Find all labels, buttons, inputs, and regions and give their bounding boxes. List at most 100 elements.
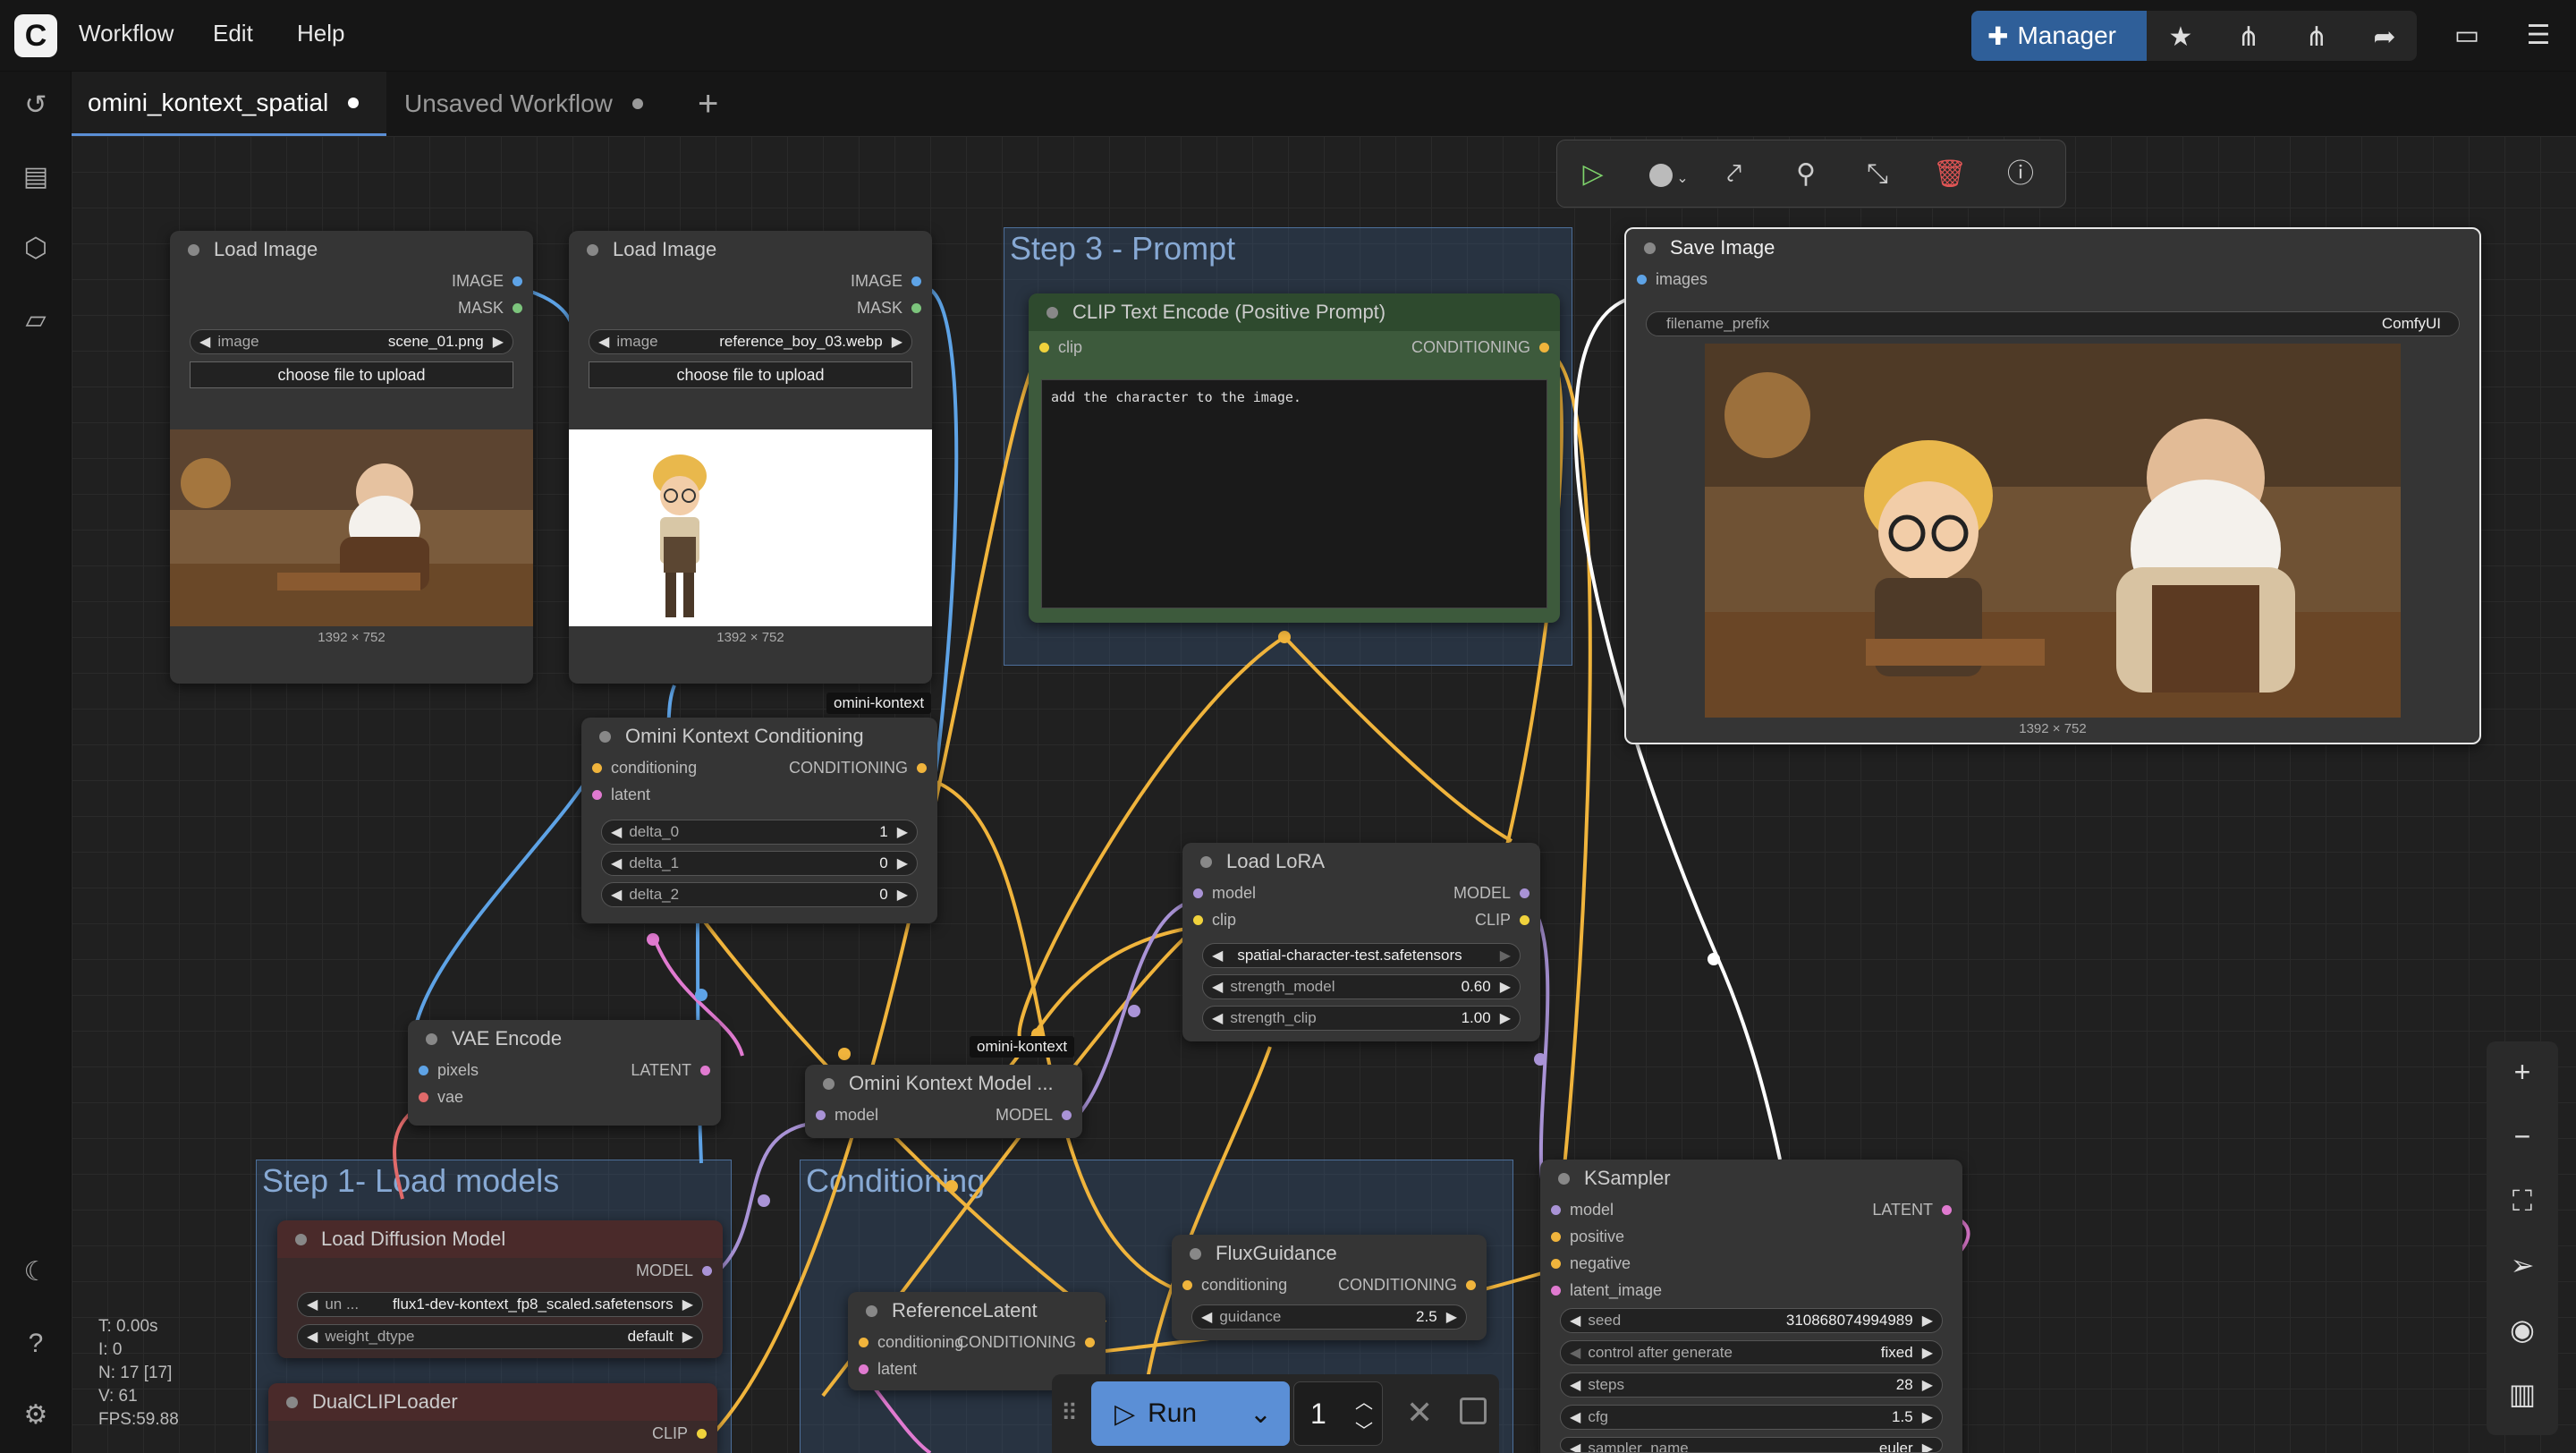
input-conditioning-socket[interactable] [592,763,602,773]
node-header[interactable]: DualCLIPLoader [268,1383,717,1421]
zoom-in-icon[interactable]: + [2504,1054,2540,1090]
arrow-left-icon[interactable]: ◀ [1201,1308,1212,1326]
arrow-right-icon[interactable]: ▶ [897,823,908,841]
menu-workflow[interactable]: Workflow [79,20,174,47]
output-mask-socket[interactable] [911,303,921,313]
map-icon[interactable]: ▥ [2504,1376,2540,1412]
input-model-socket[interactable] [1551,1205,1561,1215]
steps-widget[interactable]: ◀ steps 28 ▶ [1560,1372,1943,1398]
arrow-left-icon[interactable]: ◀ [1570,1440,1580,1452]
input-vae-socket[interactable] [419,1092,428,1102]
image-selector[interactable]: ◀ image scene_01.png ▶ [190,329,513,354]
arrow-left-icon[interactable]: ◀ [199,333,210,351]
arrow-left-icon[interactable]: ◀ [307,1296,318,1313]
input-latent-image-socket[interactable] [1551,1286,1561,1296]
output-conditioning-socket[interactable] [1539,343,1549,353]
node-omini-kontext-conditioning[interactable]: Omini Kontext Conditioning conditioning … [581,718,937,923]
tab-omini-kontext-spatial[interactable]: omini_kontext_spatial [72,72,386,136]
play-icon[interactable]: ▷ [1577,158,1609,191]
arrow-left-icon[interactable]: ◀ [1212,978,1223,996]
node-header[interactable]: Load Image [569,231,932,268]
input-positive-socket[interactable] [1551,1232,1561,1242]
control-after-generate-widget[interactable]: ◀ control after generate fixed ▶ [1560,1340,1943,1365]
node-header[interactable]: VAE Encode [408,1020,721,1058]
input-conditioning-socket[interactable] [859,1338,869,1347]
node-header[interactable]: Omini Kontext Model ... [805,1065,1082,1102]
node-save-image[interactable]: Save Image images filename_prefix ComfyUI… [1624,227,2481,744]
stop-icon[interactable] [1460,1398,1487,1424]
node-header[interactable]: Save Image [1626,229,2479,267]
output-latent-socket[interactable] [700,1066,710,1075]
cfg-widget[interactable]: ◀ cfg 1.5 ▶ [1560,1405,1943,1430]
chevron-down-icon[interactable]: ⌄ [1250,1398,1272,1430]
node-load-diffusion-model[interactable]: Load Diffusion Model MODEL ◀ un ... flux1-… [277,1220,723,1358]
upload-button[interactable]: choose file to upload [190,361,513,388]
node-header[interactable]: CLIP Text Encode (Positive Prompt) [1029,293,1560,331]
send-icon[interactable]: ➢ [2504,1247,2540,1283]
moon-icon[interactable]: ☾ [18,1254,54,1290]
folder-icon[interactable]: ▱ [18,302,54,338]
output-clip-socket[interactable] [697,1429,707,1439]
hamburger-icon[interactable]: ☰ [2522,20,2555,52]
seed-widget[interactable]: ◀ seed 310868074994989 ▶ [1560,1308,1943,1333]
manager-button[interactable]: ✚ Manager [1971,11,2147,61]
arrow-right-icon[interactable]: ▶ [897,886,908,904]
gear-icon[interactable]: ⚙ [18,1398,54,1433]
zoom-out-icon[interactable]: − [2504,1118,2540,1154]
bypass-icon[interactable]: ⤤ [1718,158,1750,191]
weight-dtype-widget[interactable]: ◀ weight_dtype default ▶ [297,1324,703,1349]
arrow-right-icon[interactable]: ▶ [892,333,902,351]
output-model-socket[interactable] [1520,888,1530,898]
batch-count-input[interactable]: 1 ︿ ﹀ [1293,1381,1383,1446]
unet-name-widget[interactable]: ◀ un ... flux1-dev-kontext_fp8_scaled.safe… [297,1292,703,1317]
node-flux-guidance[interactable]: FluxGuidance conditioning CONDITIONING ◀… [1172,1235,1487,1340]
output-latent-socket[interactable] [1942,1205,1952,1215]
node-header[interactable]: KSampler [1540,1160,1962,1197]
comfy-logo[interactable]: C [14,14,57,57]
strength-model-widget[interactable]: ◀ strength_model 0.60 ▶ [1202,974,1521,999]
arrow-left-icon[interactable]: ◀ [1570,1408,1580,1426]
node-header[interactable]: Load Image [170,231,533,268]
share-icon[interactable]: ➦ [2368,21,2401,54]
output-model-socket[interactable] [1062,1110,1072,1120]
input-conditioning-socket[interactable] [1182,1280,1192,1290]
arrow-left-icon[interactable]: ◀ [1570,1312,1580,1330]
menu-help[interactable]: Help [297,20,344,47]
node-vae-encode[interactable]: VAE Encode pixels LATENT vae [408,1020,721,1126]
run-button[interactable]: ▷ Run ⌄ [1091,1381,1290,1446]
input-clip-socket[interactable] [1039,343,1049,353]
arrow-left-icon[interactable]: ◀ [611,854,622,872]
arrow-right-icon[interactable]: ▶ [1922,1344,1933,1362]
output-clip-socket[interactable] [1520,915,1530,925]
output-conditioning-socket[interactable] [1466,1280,1476,1290]
cancel-icon[interactable]: ✕ [1406,1394,1433,1432]
arrow-right-icon[interactable]: ▶ [1922,1440,1933,1452]
arrow-left-icon[interactable]: ◀ [1212,947,1223,964]
stepper-down-icon[interactable]: ﹀ [1355,1416,1373,1442]
document-icon[interactable]: ▤ [18,159,54,195]
arrow-left-icon[interactable]: ◀ [611,823,622,841]
node-header[interactable]: Load LoRA [1182,843,1540,880]
collapse-icon[interactable]: ⤡ [1861,158,1894,191]
input-model-socket[interactable] [816,1110,826,1120]
menu-edit[interactable]: Edit [213,20,253,47]
workflow-icon[interactable]: ⋔ [2233,21,2265,54]
arrow-right-icon[interactable]: ▶ [1500,978,1511,996]
output-mask-socket[interactable] [513,303,522,313]
output-image-socket[interactable] [911,276,921,286]
workflow-alt-icon[interactable]: ⋔ [2301,21,2333,54]
input-clip-socket[interactable] [1193,915,1203,925]
input-latent-socket[interactable] [859,1364,869,1374]
node-load-lora[interactable]: Load LoRA model MODEL clip CLIP ◀ spatial… [1182,843,1540,1041]
fit-view-icon[interactable]: ⛶ [2504,1183,2540,1219]
arrow-right-icon[interactable]: ▶ [1922,1408,1933,1426]
arrow-left-icon[interactable]: ◀ [1212,1009,1223,1027]
output-model-socket[interactable] [702,1266,712,1276]
color-picker-icon[interactable]: ⌄ [1647,158,1691,191]
input-latent-socket[interactable] [592,790,602,800]
delta-2-widget[interactable]: ◀ delta_2 0 ▶ [601,882,918,907]
delta-0-widget[interactable]: ◀ delta_0 1 ▶ [601,820,918,845]
arrow-right-icon[interactable]: ▶ [1500,947,1511,964]
arrow-left-icon[interactable]: ◀ [598,333,609,351]
panel-icon[interactable]: ▭ [2451,20,2483,52]
